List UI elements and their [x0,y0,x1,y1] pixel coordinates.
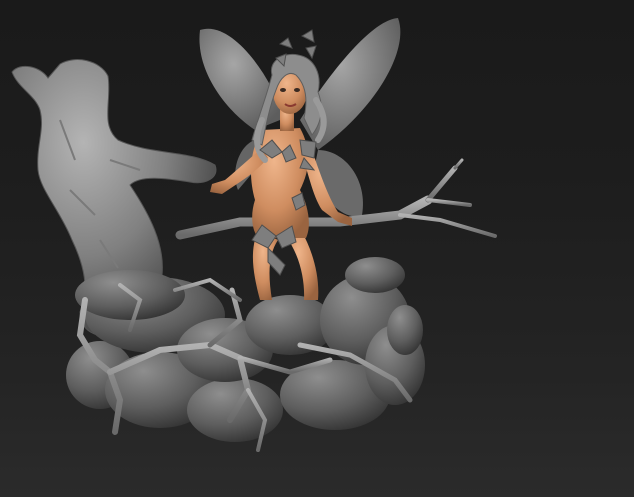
3d-viewport[interactable] [0,0,634,497]
sculpt-model[interactable] [0,0,634,497]
